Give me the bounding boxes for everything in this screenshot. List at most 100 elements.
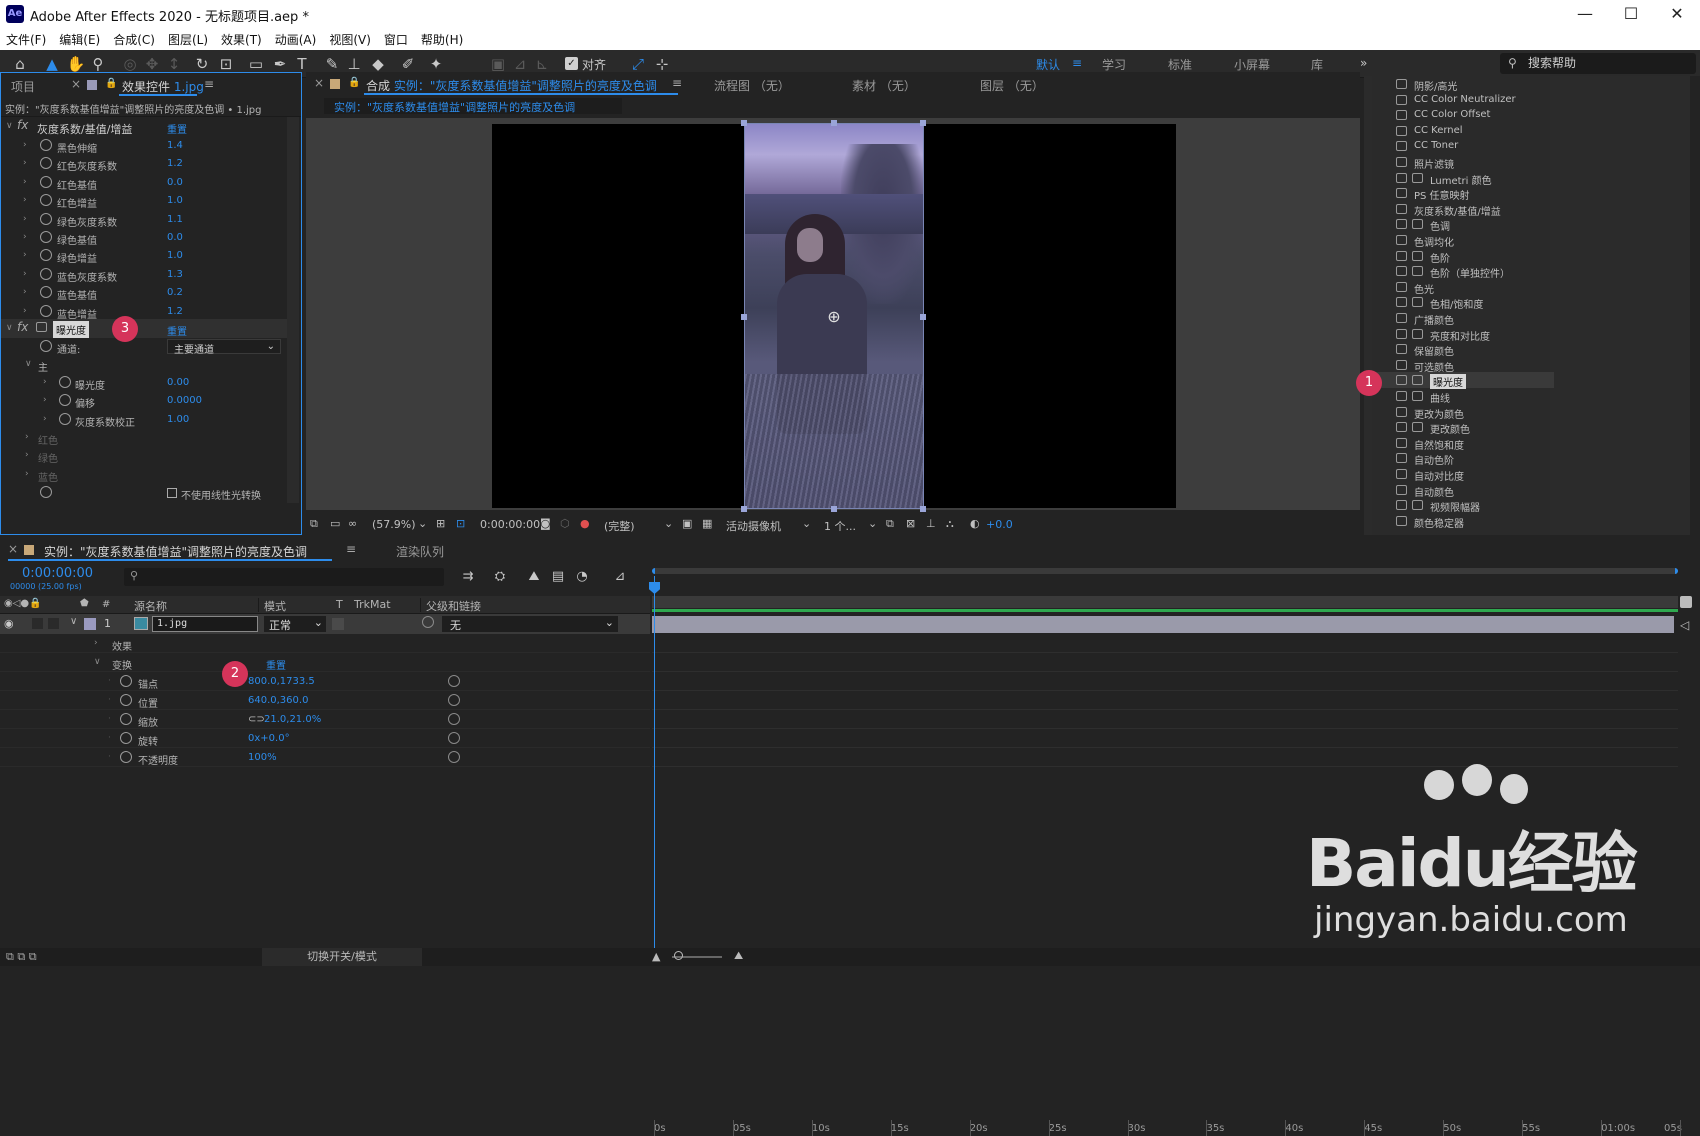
effect-list-item[interactable]: 颜色稳定器 — [1364, 513, 1554, 530]
effect-property-row[interactable]: › 绿色基值 0.0 — [1, 229, 301, 247]
rectangle-tool-icon[interactable]: ▭ — [246, 54, 266, 74]
clone-stamp-tool-icon[interactable]: ⊥ — [344, 54, 364, 74]
effect-property-row[interactable]: › 蓝色灰度系数 1.3 — [1, 266, 301, 284]
always-preview-icon[interactable]: ⧉ — [310, 517, 318, 531]
property-value[interactable]: 800.0,1733.5 — [248, 676, 315, 687]
monitor-icon[interactable]: ▭ — [330, 517, 340, 530]
chevron-down-icon[interactable]: ⌄ — [664, 517, 673, 530]
effect-group-row[interactable]: › 绿色 — [1, 447, 301, 465]
menu-view[interactable]: 视图(V) — [323, 28, 378, 48]
chevron-down-icon[interactable]: ∨ — [6, 323, 13, 333]
panel-menu-icon[interactable]: ≡ — [672, 76, 682, 90]
workspace-default[interactable]: 默认 — [1036, 56, 1060, 73]
timeline-search-input[interactable]: ⚲ — [124, 568, 444, 586]
timeline-icon[interactable]: ⊥ — [926, 517, 936, 530]
effect-property-row[interactable]: › 偏移 0.0000 — [1, 392, 301, 410]
stopwatch-icon[interactable] — [40, 249, 52, 262]
hand-tool-icon[interactable]: ✋ — [66, 54, 86, 74]
transform-property-row[interactable]: · 缩放 ⊂⊃ 21.0,21.0% — [0, 710, 650, 729]
graph-editor-icon[interactable]: ⊿ — [610, 567, 630, 587]
tab-footage[interactable]: 素材 （无） — [852, 77, 916, 94]
chevron-down-icon[interactable]: ∨ — [25, 359, 32, 369]
workspace-standard[interactable]: 标准 — [1168, 56, 1192, 73]
world-axis-icon[interactable]: ⊿ — [510, 54, 530, 74]
comp-mini-flowchart-icon[interactable]: ⇉ — [458, 567, 478, 587]
toggle-switches-modes-button[interactable]: 切换开关/模式 — [262, 948, 422, 966]
close-button[interactable]: ✕ — [1654, 0, 1700, 28]
effect-list-item[interactable]: 亮度和对比度 — [1364, 326, 1554, 343]
menu-animation[interactable]: 动画(A) — [269, 28, 324, 48]
tab-project[interactable]: 项目 — [11, 78, 35, 95]
vr-icon[interactable]: ∞ — [348, 517, 357, 530]
tab-flowchart[interactable]: 流程图 （无） — [714, 77, 790, 94]
property-value[interactable]: 0.0 — [167, 232, 183, 243]
lock-icon[interactable]: 🔒 — [348, 77, 360, 88]
selection-tool-icon[interactable]: ▲ — [42, 54, 62, 74]
keyframe-nav-icon[interactable]: ◁ — [1680, 618, 1689, 632]
effect-group-row[interactable]: › 蓝色 — [1, 466, 301, 484]
puppet-tool-icon[interactable]: ✦ — [426, 54, 446, 74]
chevron-down-icon[interactable]: ∨ — [6, 121, 13, 131]
frame-blending-icon[interactable]: ▤ — [548, 567, 568, 587]
fx-icon[interactable]: fx — [17, 118, 28, 132]
effect-list-item[interactable]: 保留颜色 — [1364, 341, 1554, 358]
effect-list-item[interactable]: 可选颜色 — [1364, 357, 1554, 374]
effect-group-row[interactable]: › 红色 — [1, 429, 301, 447]
stopwatch-icon[interactable] — [59, 412, 71, 425]
view-axis-icon[interactable]: ⊾ — [532, 54, 552, 74]
chevron-right-icon[interactable]: › — [94, 638, 98, 648]
handle-ml[interactable] — [741, 314, 747, 320]
stopwatch-icon[interactable] — [120, 751, 132, 763]
stopwatch-icon[interactable] — [120, 694, 132, 706]
panel-menu-icon[interactable]: ≡ — [346, 542, 356, 556]
menu-help[interactable]: 帮助(H) — [415, 28, 470, 48]
menu-file[interactable]: 文件(F) — [0, 28, 53, 48]
col-source-name[interactable]: 源名称 — [134, 598, 167, 614]
property-value[interactable]: 1.0 — [167, 250, 183, 261]
menu-layer[interactable]: 图层(L) — [162, 28, 215, 48]
exposure-value[interactable]: +0.0 — [986, 518, 1013, 531]
effect-name-editing[interactable]: 曝光度 — [53, 321, 89, 338]
layer-name-input[interactable]: 1.jpg — [152, 616, 258, 632]
eraser-tool-icon[interactable]: ◆ — [368, 54, 388, 74]
home-icon[interactable]: ⌂ — [10, 54, 30, 74]
pan-tool-icon[interactable]: ✥ — [142, 54, 162, 74]
preserve-transparency-toggle[interactable] — [332, 618, 344, 630]
expression-pickwhip-icon[interactable] — [448, 713, 460, 725]
transform-reset-link[interactable]: 重置 — [266, 657, 286, 672]
zoom-out-icon[interactable]: ▲ — [652, 950, 660, 963]
toggle-pixel-icon[interactable]: ⧉ — [886, 517, 894, 531]
layer-duration-bar[interactable] — [652, 616, 1674, 633]
effect-list-item[interactable]: 阴影/高光 — [1364, 76, 1554, 93]
menu-window[interactable]: 窗口 — [378, 28, 415, 48]
transform-property-row[interactable]: · 锚点 800.0,1733.5 — [0, 672, 650, 691]
render-time-icon[interactable]: ⧉ ⧉ ⧉ — [6, 950, 37, 964]
main-group-row[interactable]: ∨ 主 — [1, 356, 301, 374]
chevron-right-icon[interactable]: › — [23, 287, 27, 297]
camera-view-value[interactable]: 活动摄像机 — [726, 518, 781, 534]
workspace-libraries[interactable]: 库 — [1311, 56, 1323, 73]
stopwatch-icon[interactable] — [40, 231, 52, 243]
effect-property-row[interactable]: › 灰度系数校正 1.00 — [1, 411, 301, 429]
safe-margins-icon[interactable]: ⊡ — [456, 517, 465, 530]
chevron-down-icon[interactable]: ∨ — [94, 657, 101, 667]
chevron-right-icon[interactable]: › — [23, 269, 27, 279]
property-value[interactable]: 1.2 — [167, 158, 183, 169]
navigator-range[interactable] — [652, 568, 1678, 574]
current-time-indicator[interactable] — [654, 576, 655, 966]
linear-light-checkbox[interactable] — [167, 488, 177, 498]
stopwatch-icon[interactable] — [59, 394, 71, 407]
current-time[interactable]: 0:00:00:00 — [480, 518, 540, 531]
col-parent[interactable]: 父级和链接 — [426, 598, 481, 614]
chevron-right-icon[interactable]: › — [25, 469, 29, 479]
fx-icon[interactable]: fx — [17, 320, 28, 334]
snap-options-icon[interactable]: ⤢ — [628, 54, 648, 74]
effect-property-row[interactable]: › 黑色伸缩 1.4 — [1, 137, 301, 155]
resolution-value[interactable]: (完整) — [604, 518, 635, 534]
property-value[interactable]: 100% — [248, 752, 277, 763]
stopwatch-icon[interactable] — [40, 267, 52, 280]
property-value[interactable]: 0.00 — [167, 377, 189, 388]
shy-layers-icon[interactable]: ⛰ — [524, 567, 544, 587]
stopwatch-icon[interactable] — [120, 732, 132, 744]
flowchart-icon[interactable]: ⛬ — [946, 517, 954, 531]
